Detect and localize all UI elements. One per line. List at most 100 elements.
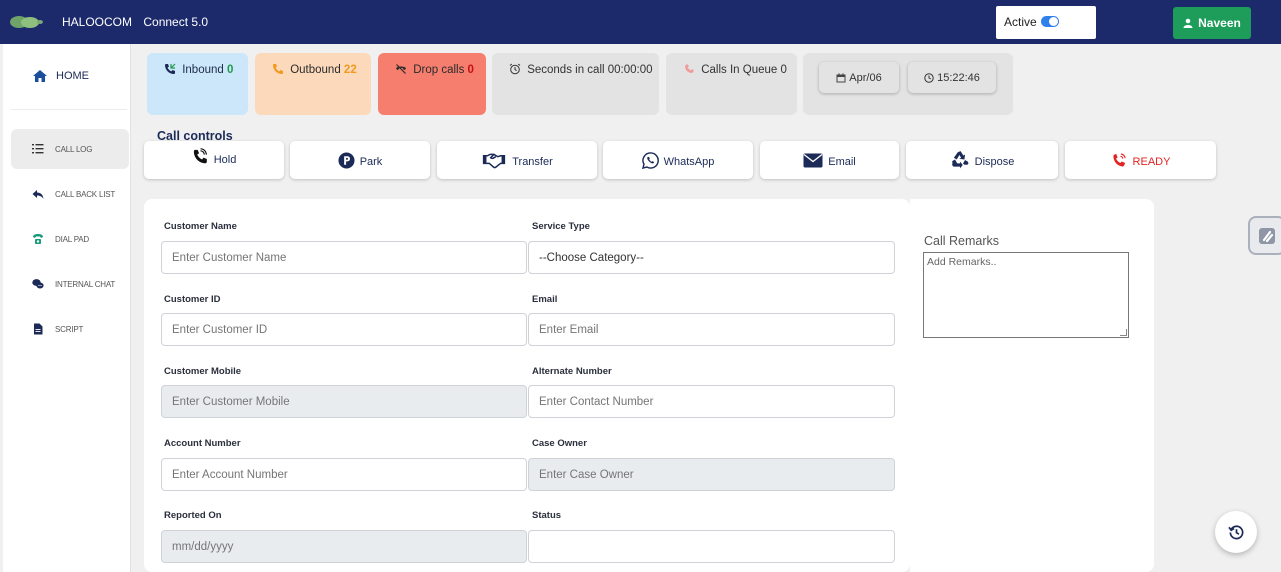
app-title: HALOOCOM Connect 5.0 bbox=[62, 15, 216, 29]
sidebar-home-label: HOME bbox=[56, 70, 89, 82]
app-name: HALOOCOM bbox=[62, 15, 133, 29]
email-field-label: Email bbox=[532, 294, 558, 305]
ready-label: READY bbox=[1132, 156, 1171, 168]
status-toggle-box[interactable]: Active bbox=[996, 6, 1096, 39]
logo bbox=[10, 14, 44, 30]
calls-in-queue-stat: Calls In Queue 0 bbox=[666, 53, 797, 115]
alarm-clock-icon bbox=[509, 63, 521, 75]
customer-mobile-label: Customer Mobile bbox=[164, 366, 242, 377]
status-select[interactable] bbox=[528, 530, 895, 563]
sidebar-item-script[interactable]: SCRIPT bbox=[11, 309, 129, 349]
call-remarks-label: Call Remarks bbox=[924, 234, 1000, 248]
sidebar: HOME CALL LOG CALL BACK LIST DIAL PAD IN… bbox=[3, 44, 131, 572]
envelope-icon bbox=[803, 153, 823, 167]
calendar-icon bbox=[836, 72, 846, 82]
alternate-number-input[interactable] bbox=[528, 385, 895, 418]
clock-icon bbox=[924, 72, 934, 83]
date-value: Apr/06 bbox=[849, 71, 882, 84]
user-button[interactable]: Naveen bbox=[1173, 7, 1251, 39]
sidebar-item-label: INTERNAL CHAT bbox=[55, 279, 116, 289]
hold-button[interactable]: Hold bbox=[144, 141, 284, 179]
lightning-icon bbox=[1259, 227, 1275, 244]
service-type-label: Service Type bbox=[532, 221, 590, 232]
reported-on-date-input[interactable] bbox=[161, 530, 527, 563]
phone-hold-icon bbox=[193, 147, 207, 163]
outbound-value: 22 bbox=[343, 64, 357, 76]
alternate-number-label: Alternate Number bbox=[532, 366, 612, 377]
side-panel-toggle[interactable] bbox=[1248, 216, 1281, 255]
date-pill: Apr/06 bbox=[819, 62, 899, 93]
park-label: Park bbox=[359, 156, 383, 168]
drop-calls-label: Drop calls bbox=[413, 64, 465, 76]
resize-handle[interactable] bbox=[1120, 329, 1127, 336]
phone-queue-icon bbox=[685, 64, 694, 73]
inbound-value: 0 bbox=[226, 64, 234, 76]
sidebar-item-label: DIAL PAD bbox=[55, 234, 89, 244]
case-owner-input bbox=[528, 458, 895, 491]
whatsapp-label: WhatsApp bbox=[663, 156, 715, 168]
phone-incoming-icon bbox=[165, 63, 176, 74]
reported-on-label: Reported On bbox=[164, 510, 222, 521]
ready-button[interactable]: READY bbox=[1065, 141, 1216, 179]
email-input[interactable] bbox=[528, 313, 895, 346]
history-button[interactable] bbox=[1215, 511, 1257, 553]
sidebar-item-call-log[interactable]: CALL LOG bbox=[11, 129, 129, 169]
sidebar-item-internal-chat[interactable]: INTERNAL CHAT bbox=[11, 264, 129, 304]
phone-ringing-icon bbox=[1112, 152, 1126, 166]
time-value: 15:22:46 bbox=[937, 71, 980, 84]
service-type-select[interactable]: --Choose Category-- bbox=[528, 241, 895, 274]
chat-icon bbox=[32, 279, 44, 289]
top-bar: HALOOCOM Connect 5.0 Active Naveen bbox=[0, 0, 1281, 44]
drop-calls-stat: Drop calls 0 bbox=[378, 53, 486, 115]
seconds-in-call-stat: Seconds in call 00:00:00 bbox=[492, 53, 659, 115]
user-icon bbox=[1183, 18, 1193, 28]
status-label: Status bbox=[532, 510, 562, 521]
active-toggle[interactable] bbox=[1041, 16, 1059, 27]
calls-in-queue-label: Calls In Queue 0 bbox=[701, 64, 787, 76]
customer-id-input[interactable] bbox=[161, 313, 527, 346]
account-number-label: Account Number bbox=[164, 438, 241, 449]
recycle-icon bbox=[951, 151, 968, 169]
home-icon bbox=[33, 70, 47, 82]
app-version: Connect 5.0 bbox=[143, 15, 209, 29]
sidebar-item-call-back-list[interactable]: CALL BACK LIST bbox=[11, 174, 129, 214]
whatsapp-button[interactable]: WhatsApp bbox=[603, 141, 753, 179]
reply-icon bbox=[32, 190, 44, 199]
drop-calls-value: 0 bbox=[467, 64, 474, 76]
phone-outgoing-icon bbox=[273, 64, 283, 74]
inbound-label: Inbound bbox=[182, 64, 224, 76]
transfer-button[interactable]: Transfer bbox=[437, 141, 597, 179]
sidebar-item-label: SCRIPT bbox=[55, 324, 84, 334]
history-icon bbox=[1227, 525, 1243, 539]
sidebar-item-dial-pad[interactable]: DIAL PAD bbox=[11, 219, 129, 259]
date-time-panel: Apr/06 15:22:46 bbox=[803, 53, 1013, 115]
phone-icon bbox=[33, 234, 43, 244]
email-label: Email bbox=[828, 156, 856, 168]
sidebar-divider bbox=[11, 109, 127, 110]
email-button[interactable]: Email bbox=[760, 141, 899, 179]
handshake-icon bbox=[483, 153, 506, 168]
user-name: Naveen bbox=[1198, 16, 1241, 30]
case-owner-label: Case Owner bbox=[532, 438, 587, 449]
document-icon bbox=[34, 323, 43, 335]
status-label: Active bbox=[1004, 15, 1037, 29]
park-button[interactable]: Park bbox=[290, 141, 430, 179]
seconds-in-call-label: Seconds in call 00:00:00 bbox=[527, 64, 653, 76]
phone-slash-icon bbox=[396, 64, 406, 74]
time-pill: 15:22:46 bbox=[908, 62, 996, 93]
customer-mobile-input bbox=[161, 385, 527, 418]
call-remarks-textarea[interactable]: Add Remarks.. bbox=[923, 252, 1129, 338]
transfer-label: Transfer bbox=[512, 156, 553, 168]
outbound-label: Outbound bbox=[290, 64, 341, 76]
hold-label: Hold bbox=[213, 154, 237, 166]
inbound-stat: Inbound 0 bbox=[147, 53, 248, 115]
dispose-button[interactable]: Dispose bbox=[906, 141, 1058, 179]
sidebar-item-home[interactable]: HOME bbox=[3, 58, 127, 94]
call-remarks-placeholder: Add Remarks.. bbox=[927, 256, 997, 268]
sidebar-item-label: CALL LOG bbox=[55, 144, 93, 154]
customer-name-input[interactable] bbox=[161, 241, 527, 274]
parking-icon bbox=[338, 151, 355, 169]
outbound-stat: Outbound 22 bbox=[255, 53, 371, 115]
dispose-label: Dispose bbox=[974, 156, 1015, 168]
account-number-input[interactable] bbox=[161, 458, 527, 491]
